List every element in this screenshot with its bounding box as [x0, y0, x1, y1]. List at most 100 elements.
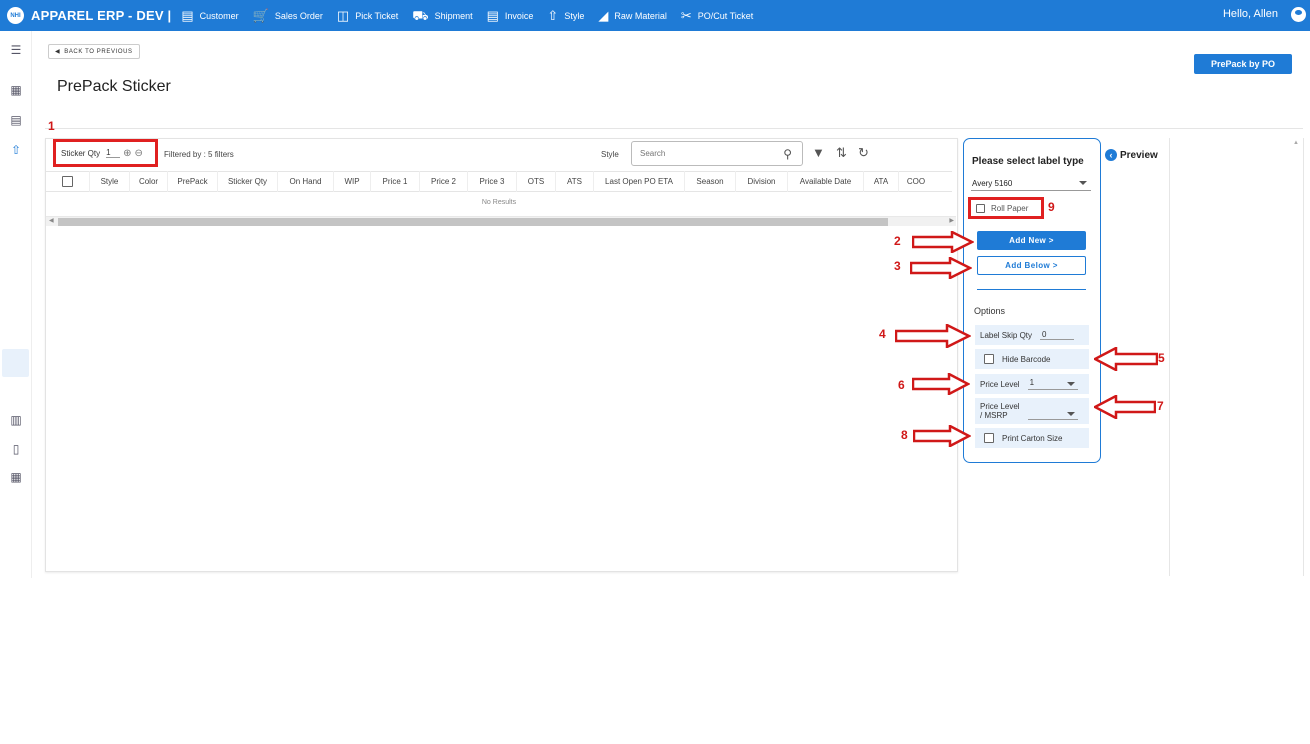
arrow-back-icon: ◀	[55, 49, 61, 55]
sidebar-highlight[interactable]	[2, 349, 29, 377]
scroll-up-icon[interactable]: ▲	[1293, 140, 1299, 146]
menu-icon[interactable]: ☰	[8, 43, 24, 57]
back-to-previous-button[interactable]: ◀ BACK TO PREVIOUS	[48, 44, 140, 59]
column-header[interactable]: On Hand	[278, 171, 334, 192]
label-type-select[interactable]: Avery 5160	[971, 176, 1091, 191]
roll-paper-option[interactable]: Roll Paper	[968, 197, 1044, 219]
top-navigation-bar: NHI APPAREL ERP - DEV | ▤ Customer 🛒 Sales…	[0, 0, 1310, 31]
print-carton-size-label: Print Carton Size	[1002, 433, 1063, 443]
nav-label: Style	[564, 10, 585, 21]
column-header[interactable]: PrePack	[168, 171, 218, 192]
scroll-left-icon[interactable]: ◀	[49, 217, 54, 224]
table-settings-icon[interactable]: ▦	[8, 470, 24, 484]
nav-style[interactable]: ⇧ Style	[547, 9, 584, 22]
back-label: BACK TO PREVIOUS	[64, 48, 133, 55]
app-title: APPAREL ERP - DEV |	[31, 8, 172, 23]
hide-barcode-checkbox[interactable]	[984, 354, 994, 364]
column-header[interactable]: OTS	[517, 171, 556, 192]
search-input[interactable]	[640, 149, 770, 158]
column-header[interactable]: Available Date	[788, 171, 864, 192]
column-header[interactable]: Color	[130, 171, 168, 192]
annotation-number: 1	[48, 119, 55, 133]
msrp-label-line1: Price Level	[980, 402, 1020, 411]
hide-barcode-row[interactable]: Hide Barcode	[975, 349, 1089, 369]
building-icon[interactable]: ▥	[8, 413, 24, 427]
nav-raw-material[interactable]: ◢ Raw Material	[598, 9, 667, 22]
nav-label: Invoice	[504, 10, 534, 21]
truck-icon: ⛟	[412, 8, 429, 23]
column-header[interactable]: Style	[90, 171, 130, 192]
column-header[interactable]: ATS	[556, 171, 594, 192]
refresh-icon[interactable]: ↻	[858, 146, 869, 159]
select-all-checkbox[interactable]	[46, 171, 90, 192]
column-header[interactable]: Season	[685, 171, 736, 192]
style-search-label: Style	[601, 150, 619, 159]
annotation-number: 9	[1048, 200, 1055, 214]
label-type-value: Avery 5160	[972, 178, 1013, 188]
nav-customer[interactable]: ▤ Customer	[181, 9, 238, 22]
print-carton-size-checkbox[interactable]	[984, 433, 994, 443]
column-header[interactable]: WIP	[334, 171, 371, 192]
column-header[interactable]: Price 3	[468, 171, 517, 192]
column-header[interactable]: Price 1	[371, 171, 420, 192]
nav-pick-ticket[interactable]: ◫ Pick Ticket	[337, 9, 398, 22]
scroll-right-icon[interactable]: ▶	[949, 217, 954, 224]
chevron-down-icon	[1079, 181, 1087, 185]
nav-sales-order[interactable]: 🛒 Sales Order	[253, 9, 323, 22]
filter-icon[interactable]: ▼	[812, 146, 825, 159]
roll-paper-checkbox[interactable]	[976, 203, 985, 213]
column-header[interactable]: Price 2	[420, 171, 468, 192]
nav-shipment[interactable]: ⛟ Shipment	[412, 9, 472, 22]
price-level-select[interactable]: 1	[1027, 378, 1078, 390]
user-account-icon[interactable]	[1291, 7, 1306, 22]
column-header[interactable]: Last Open PO ETA	[594, 171, 685, 192]
label-skip-qty-input[interactable]: 0	[1040, 330, 1075, 340]
minus-circle-icon[interactable]: ⊖	[135, 148, 143, 159]
nav-po-cut-ticket[interactable]: ✂ PO/Cut Ticket	[681, 9, 753, 22]
price-level-msrp-select[interactable]	[1027, 408, 1078, 420]
plus-circle-icon[interactable]: ⊕	[123, 148, 131, 159]
column-header[interactable]: ATA	[864, 171, 899, 192]
storefront-icon: ▤	[181, 8, 194, 23]
preview-panel	[1169, 138, 1304, 576]
shirt-icon: ⇧	[547, 8, 559, 23]
column-header[interactable]: Sticker Qty	[218, 171, 278, 192]
sticker-qty-input[interactable]: 1	[106, 148, 121, 158]
preview-toggle[interactable]: ‹ Preview	[1105, 149, 1158, 161]
column-header[interactable]: Division	[736, 171, 788, 192]
sort-icon[interactable]: ⇅	[836, 146, 847, 159]
add-below-button[interactable]: Add Below >	[977, 256, 1086, 275]
chevron-down-icon	[1066, 382, 1075, 386]
style-search-field[interactable]: ⚲	[631, 141, 803, 166]
table-header: Style Color PrePack Sticker Qty On Hand …	[46, 171, 952, 192]
scrollbar-thumb[interactable]	[58, 218, 888, 226]
document-icon[interactable]: ▯	[8, 442, 24, 456]
nav-label: Shipment	[434, 10, 473, 21]
divider	[45, 128, 1303, 129]
search-icon[interactable]: ⚲	[783, 147, 792, 161]
annotation-arrow-right-icon	[912, 373, 970, 395]
filter-summary: Filtered by : 5 filters	[164, 150, 234, 159]
print-carton-size-row[interactable]: Print Carton Size	[975, 428, 1089, 448]
style-shirt-icon[interactable]: ⇧	[8, 143, 24, 157]
column-header[interactable]: COO	[899, 171, 933, 192]
empty-state: No Results	[481, 199, 517, 206]
annotation-arrow-right-icon	[912, 231, 974, 253]
store-icon[interactable]: ▤	[8, 113, 24, 127]
annotation-arrow-left-icon	[1094, 395, 1156, 419]
price-level-value: 1	[1029, 378, 1035, 387]
clipboard-icon: ◫	[336, 8, 350, 23]
nav-invoice[interactable]: ▤ Invoice	[487, 9, 534, 22]
prepack-by-po-button[interactable]: PrePack by PO	[1194, 54, 1292, 74]
user-greeting: Hello, Allen	[1222, 8, 1278, 20]
annotation-arrow-right-icon	[913, 425, 971, 447]
panel-divider	[977, 289, 1086, 290]
logo-icon: NHI	[7, 7, 24, 24]
dashboard-icon[interactable]: ▦	[8, 83, 24, 97]
price-level-label: Price Level	[980, 379, 1020, 389]
horizontal-scrollbar[interactable]: ◀ ▶	[46, 216, 956, 226]
annotation-arrow-right-icon	[895, 324, 971, 348]
checkbox[interactable]	[62, 176, 73, 187]
hide-barcode-label: Hide Barcode	[1002, 354, 1051, 364]
add-new-button[interactable]: Add New >	[977, 231, 1086, 250]
